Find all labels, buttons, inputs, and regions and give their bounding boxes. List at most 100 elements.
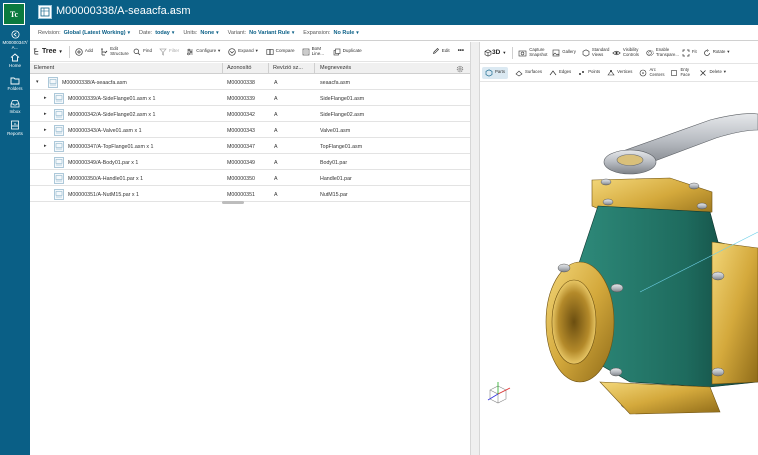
standard-views-button[interactable]: Standard Views xyxy=(582,47,609,57)
column-header-id[interactable]: Azonosító xyxy=(227,65,251,71)
table-row[interactable]: ▸ M00000347/A-TopFlange01.asm x 1 M0000034… xyxy=(30,139,470,154)
arc-centers-filter-button[interactable]: Arc Centers xyxy=(639,66,665,77)
column-header-element[interactable]: Element xyxy=(34,65,54,71)
fit-button[interactable]: Fit xyxy=(682,49,697,57)
bom-line-button[interactable]: BoM Line... xyxy=(302,45,326,56)
reports-icon xyxy=(11,120,19,130)
variant-dropdown[interactable]: No Variant Rule▼ xyxy=(249,30,295,36)
inbox-icon xyxy=(10,100,20,108)
3d-mode-button[interactable]: 3D ▼ xyxy=(484,48,506,57)
rail-reports[interactable]: Reports xyxy=(0,120,30,136)
table-row[interactable]: M00000349/A-Body01.par x 1 M00000349 A Body… xyxy=(30,155,470,170)
selection-filter-toolbar: Parts Surfaces Edges Points Vertices Arc… xyxy=(480,64,758,82)
rail-reports-label: Reports xyxy=(7,131,23,136)
cell-id: M00000342 xyxy=(227,112,255,118)
tree-view-button[interactable]: Tree ▼ xyxy=(33,48,63,55)
parts-filter-button[interactable]: Parts xyxy=(482,66,509,79)
filter-button[interactable]: Filter xyxy=(159,48,179,56)
units-label: Units: xyxy=(183,29,198,36)
file-icon xyxy=(54,141,64,152)
gallery-button[interactable]: Gallery xyxy=(552,49,576,57)
teamcenter-logo: Tc xyxy=(3,3,25,25)
capture-snapshot-button[interactable]: Capture Snapshot xyxy=(518,47,547,57)
3d-viewer-canvas[interactable] xyxy=(480,82,758,455)
panel-splitter[interactable] xyxy=(470,42,480,455)
chevron-right-icon[interactable]: ▸ xyxy=(44,127,47,133)
duplicate-button[interactable]: Duplicate xyxy=(333,48,362,56)
date-dropdown[interactable]: today▼ xyxy=(155,30,175,36)
rail-home-label: Home xyxy=(8,63,21,68)
column-divider[interactable] xyxy=(314,63,315,74)
edit-structure-button[interactable]: Edit Structure xyxy=(100,46,129,56)
vertices-filter-button[interactable]: Vertices xyxy=(607,69,632,77)
chevron-down-icon[interactable]: ▾ xyxy=(36,79,39,85)
find-button[interactable]: Find xyxy=(133,48,152,56)
rail-back-label: M00000347/ A... xyxy=(2,40,28,50)
edges-icon xyxy=(549,69,557,75)
gear-icon[interactable] xyxy=(456,65,464,73)
rail-back[interactable]: M00000347/ A... xyxy=(0,30,30,50)
compare-button[interactable]: Compare xyxy=(266,48,295,56)
expansion-label: Expansion: xyxy=(303,29,331,36)
parts-icon xyxy=(485,68,493,77)
table-row[interactable]: ▾ M00000338/A-seaacfa.asm M00000338 Aseaacf… xyxy=(30,75,470,90)
chevron-right-icon[interactable]: ▸ xyxy=(44,95,47,101)
transparency-button[interactable]: Enable Transpare... xyxy=(646,47,679,57)
expand-button[interactable]: Expand ▼ xyxy=(228,47,259,56)
configure-button[interactable]: Configure ▼ xyxy=(186,48,221,56)
visibility-controls-button[interactable]: Visibility Controls xyxy=(612,47,640,57)
entity-face-label: Enty Face xyxy=(680,66,690,77)
caret-down-icon: ▼ xyxy=(126,29,132,35)
table-row[interactable]: ▸ M00000343/A-Valve01.asm x 1 M00000343 A Va… xyxy=(30,123,470,138)
cell-name: Valve01.asm xyxy=(320,128,351,134)
add-label: Add xyxy=(84,48,94,54)
expand-icon xyxy=(228,47,236,56)
caret-down-icon: ▼ xyxy=(254,48,259,54)
chevron-right-icon[interactable]: ▸ xyxy=(44,111,47,117)
filter-icon xyxy=(159,48,167,56)
valve-assembly-render xyxy=(487,113,758,415)
table-row[interactable]: ▸ M00000339/A-SideFlange01.asm x 1 M000003… xyxy=(30,91,470,106)
file-icon xyxy=(54,157,64,168)
fit-icon xyxy=(682,49,690,56)
cell-revision: A xyxy=(274,96,278,102)
rail-folders[interactable]: Folders xyxy=(0,76,30,91)
revision-dropdown[interactable]: Global (Latest Working)▼ xyxy=(64,30,131,36)
caret-down-icon: ▼ xyxy=(170,29,176,35)
surfaces-icon xyxy=(515,70,523,76)
parts-label: Parts xyxy=(495,69,506,75)
units-dropdown[interactable]: None▼ xyxy=(200,30,219,36)
entity-face-filter-button[interactable]: Enty Face xyxy=(670,66,692,77)
file-icon xyxy=(54,125,64,136)
chevron-right-icon[interactable]: › xyxy=(170,6,173,16)
add-button[interactable]: Add xyxy=(75,47,94,56)
column-divider[interactable] xyxy=(222,63,223,74)
table-row[interactable]: M00000350/A-Handle01.par x 1 M00000350 A Ha… xyxy=(30,171,470,186)
arc-centers-label: Arc Centers xyxy=(649,66,665,77)
column-header-name[interactable]: Megnevezés xyxy=(320,65,351,71)
edit-button[interactable]: Edit xyxy=(432,47,450,55)
rail-home[interactable]: Home xyxy=(0,53,30,68)
surfaces-filter-button[interactable]: Surfaces xyxy=(515,69,542,77)
duplicate-label: Duplicate xyxy=(342,48,362,54)
column-header-revision[interactable]: Revízió sz... xyxy=(273,65,303,71)
find-label: Find xyxy=(143,48,152,54)
rotate-button[interactable]: Rotate ▼ xyxy=(703,48,730,57)
horizontal-scrollbar[interactable] xyxy=(222,201,244,204)
chevron-right-icon[interactable]: ▸ xyxy=(44,143,47,149)
rail-inbox[interactable]: Inbox xyxy=(0,99,30,114)
tree-icon xyxy=(33,48,39,55)
edges-label: Edges xyxy=(559,69,572,75)
eye-icon xyxy=(612,50,621,55)
column-divider[interactable] xyxy=(268,63,269,74)
edges-filter-button[interactable]: Edges xyxy=(549,69,571,77)
points-filter-button[interactable]: Points xyxy=(578,69,600,77)
table-row[interactable]: M00000351/A-NutM15.par x 1 M00000351 A NutM… xyxy=(30,187,470,202)
bom-line-label: BoM Line... xyxy=(311,45,325,56)
table-row[interactable]: ▸ M00000342/A-SideFlange02.asm x 1 M000003… xyxy=(30,107,470,122)
rail-inbox-label: Inbox xyxy=(9,109,21,114)
expansion-dropdown[interactable]: No Rule▼ xyxy=(334,30,360,36)
cell-revision: A xyxy=(274,112,278,118)
delete-button[interactable]: Delete ▼ xyxy=(699,69,727,77)
more-button[interactable]: ••• xyxy=(458,48,464,54)
